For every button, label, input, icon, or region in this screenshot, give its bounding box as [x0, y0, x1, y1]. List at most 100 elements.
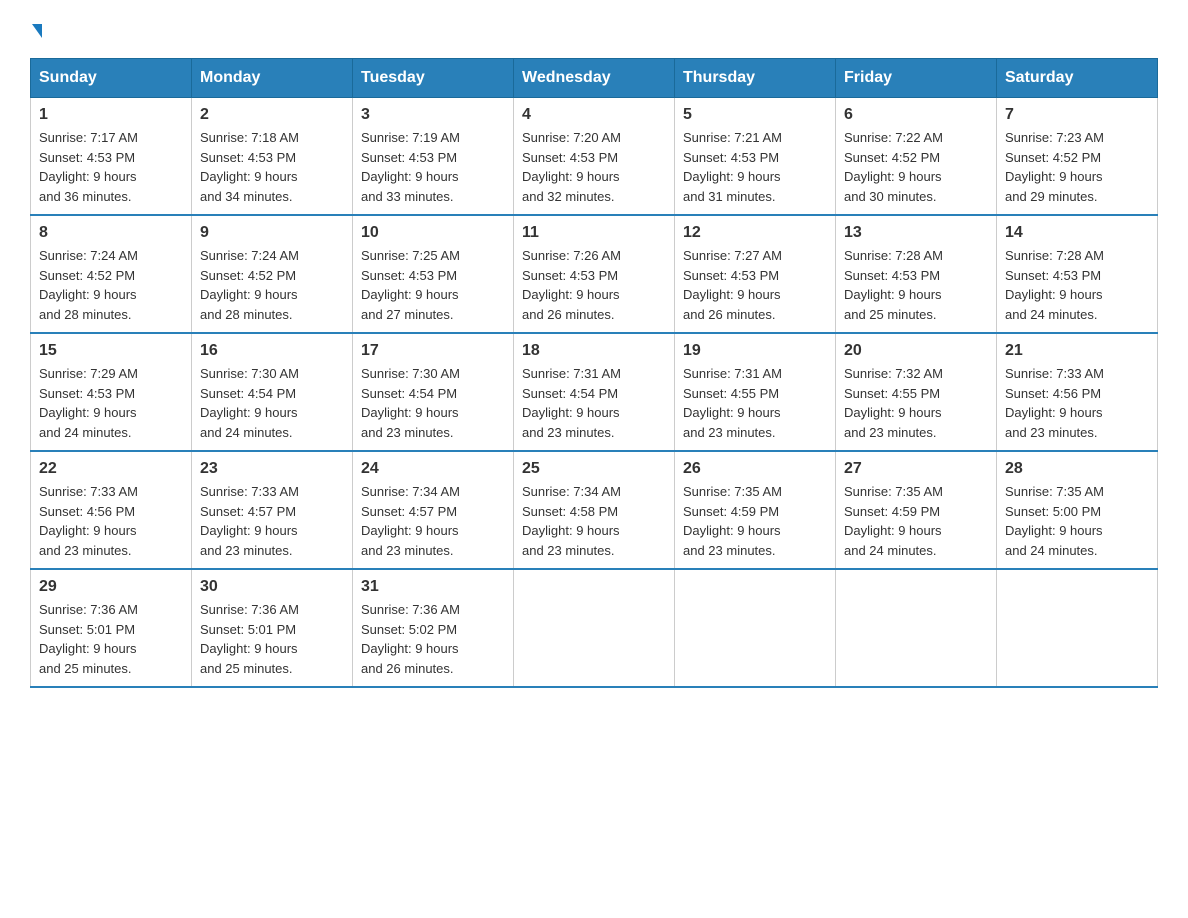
day-number: 7 — [1005, 106, 1149, 124]
calendar-day-cell: 2 Sunrise: 7:18 AMSunset: 4:53 PMDayligh… — [192, 98, 353, 216]
day-number: 31 — [361, 578, 505, 596]
day-info: Sunrise: 7:25 AMSunset: 4:53 PMDaylight:… — [361, 248, 460, 322]
day-info: Sunrise: 7:36 AMSunset: 5:01 PMDaylight:… — [39, 602, 138, 676]
day-info: Sunrise: 7:36 AMSunset: 5:02 PMDaylight:… — [361, 602, 460, 676]
calendar-day-cell: 21 Sunrise: 7:33 AMSunset: 4:56 PMDaylig… — [997, 333, 1158, 451]
day-number: 9 — [200, 224, 344, 242]
calendar-day-cell — [997, 569, 1158, 687]
day-number: 29 — [39, 578, 183, 596]
day-info: Sunrise: 7:35 AMSunset: 4:59 PMDaylight:… — [844, 484, 943, 558]
day-number: 17 — [361, 342, 505, 360]
calendar-day-cell: 12 Sunrise: 7:27 AMSunset: 4:53 PMDaylig… — [675, 215, 836, 333]
weekday-header-thursday: Thursday — [675, 59, 836, 98]
day-number: 21 — [1005, 342, 1149, 360]
weekday-header-friday: Friday — [836, 59, 997, 98]
calendar-day-cell: 3 Sunrise: 7:19 AMSunset: 4:53 PMDayligh… — [353, 98, 514, 216]
calendar-week-row: 15 Sunrise: 7:29 AMSunset: 4:53 PMDaylig… — [31, 333, 1158, 451]
day-number: 10 — [361, 224, 505, 242]
day-info: Sunrise: 7:30 AMSunset: 4:54 PMDaylight:… — [361, 366, 460, 440]
calendar-day-cell: 23 Sunrise: 7:33 AMSunset: 4:57 PMDaylig… — [192, 451, 353, 569]
day-number: 14 — [1005, 224, 1149, 242]
day-info: Sunrise: 7:32 AMSunset: 4:55 PMDaylight:… — [844, 366, 943, 440]
calendar-day-cell: 27 Sunrise: 7:35 AMSunset: 4:59 PMDaylig… — [836, 451, 997, 569]
calendar-day-cell: 20 Sunrise: 7:32 AMSunset: 4:55 PMDaylig… — [836, 333, 997, 451]
calendar-table: SundayMondayTuesdayWednesdayThursdayFrid… — [30, 58, 1158, 688]
weekday-header-monday: Monday — [192, 59, 353, 98]
day-number: 22 — [39, 460, 183, 478]
calendar-day-cell: 24 Sunrise: 7:34 AMSunset: 4:57 PMDaylig… — [353, 451, 514, 569]
calendar-day-cell: 11 Sunrise: 7:26 AMSunset: 4:53 PMDaylig… — [514, 215, 675, 333]
day-number: 25 — [522, 460, 666, 478]
weekday-header-saturday: Saturday — [997, 59, 1158, 98]
day-number: 27 — [844, 460, 988, 478]
calendar-day-cell — [836, 569, 997, 687]
calendar-day-cell: 16 Sunrise: 7:30 AMSunset: 4:54 PMDaylig… — [192, 333, 353, 451]
day-number: 3 — [361, 106, 505, 124]
day-info: Sunrise: 7:29 AMSunset: 4:53 PMDaylight:… — [39, 366, 138, 440]
calendar-day-cell: 18 Sunrise: 7:31 AMSunset: 4:54 PMDaylig… — [514, 333, 675, 451]
calendar-day-cell — [514, 569, 675, 687]
day-info: Sunrise: 7:33 AMSunset: 4:56 PMDaylight:… — [1005, 366, 1104, 440]
day-info: Sunrise: 7:24 AMSunset: 4:52 PMDaylight:… — [39, 248, 138, 322]
calendar-day-cell: 1 Sunrise: 7:17 AMSunset: 4:53 PMDayligh… — [31, 98, 192, 216]
calendar-day-cell — [675, 569, 836, 687]
calendar-day-cell: 8 Sunrise: 7:24 AMSunset: 4:52 PMDayligh… — [31, 215, 192, 333]
day-info: Sunrise: 7:35 AMSunset: 4:59 PMDaylight:… — [683, 484, 782, 558]
calendar-day-cell: 15 Sunrise: 7:29 AMSunset: 4:53 PMDaylig… — [31, 333, 192, 451]
day-number: 16 — [200, 342, 344, 360]
calendar-day-cell: 25 Sunrise: 7:34 AMSunset: 4:58 PMDaylig… — [514, 451, 675, 569]
day-info: Sunrise: 7:36 AMSunset: 5:01 PMDaylight:… — [200, 602, 299, 676]
calendar-day-cell: 17 Sunrise: 7:30 AMSunset: 4:54 PMDaylig… — [353, 333, 514, 451]
calendar-week-row: 29 Sunrise: 7:36 AMSunset: 5:01 PMDaylig… — [31, 569, 1158, 687]
calendar-day-cell: 6 Sunrise: 7:22 AMSunset: 4:52 PMDayligh… — [836, 98, 997, 216]
logo-triangle-icon — [32, 24, 42, 38]
day-info: Sunrise: 7:22 AMSunset: 4:52 PMDaylight:… — [844, 130, 943, 204]
day-info: Sunrise: 7:23 AMSunset: 4:52 PMDaylight:… — [1005, 130, 1104, 204]
weekday-header-tuesday: Tuesday — [353, 59, 514, 98]
day-number: 28 — [1005, 460, 1149, 478]
calendar-week-row: 8 Sunrise: 7:24 AMSunset: 4:52 PMDayligh… — [31, 215, 1158, 333]
day-number: 18 — [522, 342, 666, 360]
weekday-header-row: SundayMondayTuesdayWednesdayThursdayFrid… — [31, 59, 1158, 98]
day-info: Sunrise: 7:19 AMSunset: 4:53 PMDaylight:… — [361, 130, 460, 204]
day-number: 15 — [39, 342, 183, 360]
day-info: Sunrise: 7:30 AMSunset: 4:54 PMDaylight:… — [200, 366, 299, 440]
calendar-day-cell: 22 Sunrise: 7:33 AMSunset: 4:56 PMDaylig… — [31, 451, 192, 569]
calendar-day-cell: 29 Sunrise: 7:36 AMSunset: 5:01 PMDaylig… — [31, 569, 192, 687]
calendar-day-cell: 13 Sunrise: 7:28 AMSunset: 4:53 PMDaylig… — [836, 215, 997, 333]
day-info: Sunrise: 7:31 AMSunset: 4:54 PMDaylight:… — [522, 366, 621, 440]
day-info: Sunrise: 7:26 AMSunset: 4:53 PMDaylight:… — [522, 248, 621, 322]
day-number: 23 — [200, 460, 344, 478]
calendar-day-cell: 26 Sunrise: 7:35 AMSunset: 4:59 PMDaylig… — [675, 451, 836, 569]
day-info: Sunrise: 7:17 AMSunset: 4:53 PMDaylight:… — [39, 130, 138, 204]
calendar-day-cell: 30 Sunrise: 7:36 AMSunset: 5:01 PMDaylig… — [192, 569, 353, 687]
day-number: 8 — [39, 224, 183, 242]
day-info: Sunrise: 7:28 AMSunset: 4:53 PMDaylight:… — [844, 248, 943, 322]
day-info: Sunrise: 7:35 AMSunset: 5:00 PMDaylight:… — [1005, 484, 1104, 558]
day-info: Sunrise: 7:33 AMSunset: 4:57 PMDaylight:… — [200, 484, 299, 558]
day-number: 2 — [200, 106, 344, 124]
calendar-week-row: 22 Sunrise: 7:33 AMSunset: 4:56 PMDaylig… — [31, 451, 1158, 569]
day-number: 1 — [39, 106, 183, 124]
day-number: 20 — [844, 342, 988, 360]
day-number: 26 — [683, 460, 827, 478]
day-number: 24 — [361, 460, 505, 478]
weekday-header-sunday: Sunday — [31, 59, 192, 98]
day-info: Sunrise: 7:28 AMSunset: 4:53 PMDaylight:… — [1005, 248, 1104, 322]
day-number: 6 — [844, 106, 988, 124]
calendar-day-cell: 5 Sunrise: 7:21 AMSunset: 4:53 PMDayligh… — [675, 98, 836, 216]
day-number: 4 — [522, 106, 666, 124]
day-info: Sunrise: 7:21 AMSunset: 4:53 PMDaylight:… — [683, 130, 782, 204]
day-info: Sunrise: 7:20 AMSunset: 4:53 PMDaylight:… — [522, 130, 621, 204]
day-number: 12 — [683, 224, 827, 242]
day-info: Sunrise: 7:33 AMSunset: 4:56 PMDaylight:… — [39, 484, 138, 558]
calendar-day-cell: 19 Sunrise: 7:31 AMSunset: 4:55 PMDaylig… — [675, 333, 836, 451]
day-info: Sunrise: 7:34 AMSunset: 4:58 PMDaylight:… — [522, 484, 621, 558]
day-number: 19 — [683, 342, 827, 360]
day-number: 5 — [683, 106, 827, 124]
calendar-day-cell: 31 Sunrise: 7:36 AMSunset: 5:02 PMDaylig… — [353, 569, 514, 687]
calendar-day-cell: 4 Sunrise: 7:20 AMSunset: 4:53 PMDayligh… — [514, 98, 675, 216]
day-info: Sunrise: 7:31 AMSunset: 4:55 PMDaylight:… — [683, 366, 782, 440]
calendar-day-cell: 14 Sunrise: 7:28 AMSunset: 4:53 PMDaylig… — [997, 215, 1158, 333]
calendar-day-cell: 28 Sunrise: 7:35 AMSunset: 5:00 PMDaylig… — [997, 451, 1158, 569]
